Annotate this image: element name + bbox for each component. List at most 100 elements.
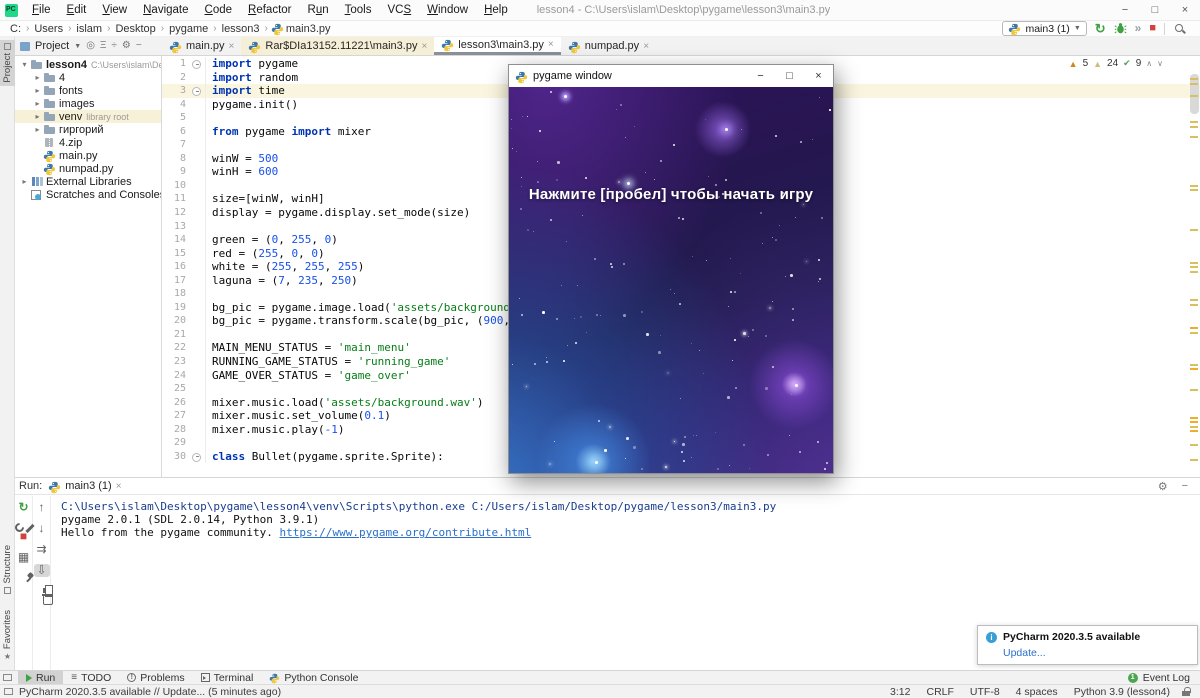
rerun-button[interactable]: ↻ [16, 501, 32, 514]
menu-vcs[interactable]: VCS [380, 2, 418, 18]
caret-position[interactable]: 3:12 [890, 686, 910, 698]
update-notification[interactable]: i PyCharm 2020.3.5 available Update... [977, 625, 1198, 665]
breadcrumb-item[interactable]: main3.py [284, 23, 333, 35]
interpreter[interactable]: Python 3.9 (lesson4) [1074, 686, 1170, 698]
tree-item-main-py[interactable]: main.py [15, 149, 161, 163]
tree-item-4-zip[interactable]: 4.zip [15, 136, 161, 149]
hide-panel-button[interactable]: − [136, 37, 142, 55]
tree-item-external-libraries[interactable]: ▸ External Libraries [15, 175, 161, 188]
close-icon[interactable]: × [229, 41, 235, 52]
line-number[interactable]: 20 [162, 314, 186, 328]
minimize-icon[interactable]: − [746, 65, 775, 87]
gear-icon[interactable]: ⚙ [1158, 480, 1168, 493]
menu-navigate[interactable]: Navigate [136, 2, 195, 18]
fold-icon[interactable] [186, 57, 206, 71]
line-number[interactable]: 19 [162, 301, 186, 315]
menu-refactor[interactable]: Refactor [241, 2, 298, 18]
tree-item-4[interactable]: ▸ 4 [15, 71, 161, 84]
line-separator[interactable]: CRLF [926, 686, 953, 698]
scroll-to-end-icon[interactable]: ⇩ [33, 564, 50, 577]
breadcrumb-item[interactable]: C: [8, 23, 23, 35]
line-number[interactable]: 8 [162, 152, 186, 166]
toolwin-tab-todo[interactable]: ≡ TODO [63, 671, 119, 684]
menu-view[interactable]: View [95, 2, 134, 18]
line-number[interactable]: 26 [162, 396, 186, 410]
up-stack-icon[interactable]: ↑ [34, 501, 50, 514]
line-number[interactable]: 23 [162, 355, 186, 369]
line-number[interactable]: 12 [162, 206, 186, 220]
editor-scrollbar[interactable] [1188, 56, 1200, 477]
line-number[interactable]: 27 [162, 409, 186, 423]
line-number[interactable]: 17 [162, 274, 186, 288]
line-number[interactable]: 1 [162, 57, 186, 71]
fold-icon[interactable] [186, 449, 206, 464]
chevron-icon[interactable]: ▸ [19, 177, 30, 186]
locate-file-button[interactable]: ◎ [86, 37, 95, 55]
line-number[interactable]: 21 [162, 328, 186, 342]
expand-collapse-button[interactable]: ÷ [111, 37, 117, 55]
line-number[interactable]: 2 [162, 71, 186, 85]
update-link[interactable]: Update... [1003, 647, 1046, 659]
line-number[interactable]: 11 [162, 192, 186, 206]
run-button[interactable]: ↻ [1095, 22, 1106, 35]
editor-tab[interactable]: numpad.py × [561, 37, 656, 55]
line-number[interactable]: 28 [162, 423, 186, 437]
fold-icon[interactable] [186, 84, 206, 98]
line-number[interactable]: 22 [162, 341, 186, 355]
tree-item-numpad-py[interactable]: numpad.py [15, 162, 161, 176]
minimize-icon[interactable]: − [1110, 0, 1140, 21]
coverage-button[interactable]: » [1135, 22, 1142, 35]
chevron-icon[interactable]: ▸ [32, 125, 43, 134]
close-icon[interactable]: × [1170, 0, 1200, 21]
search-icon[interactable] [1173, 22, 1186, 35]
line-number[interactable]: 10 [162, 179, 186, 193]
breadcrumb-item[interactable]: lesson3 [220, 23, 262, 35]
breadcrumb-item[interactable]: Users [32, 23, 65, 35]
menu-file[interactable]: File [25, 2, 58, 18]
gear-icon[interactable]: ⚙ [122, 37, 131, 55]
scrollbar-thumb[interactable] [1190, 74, 1199, 114]
collapse-button[interactable]: Ξ [100, 37, 107, 55]
line-number[interactable]: 13 [162, 220, 186, 234]
strip-tab-project[interactable]: Project [0, 40, 15, 86]
strip-tab-favorites[interactable]: Favorites ★ [0, 607, 15, 664]
layout-icon[interactable]: ▦ [16, 551, 32, 564]
tree-item-images[interactable]: ▸ images [15, 97, 161, 110]
line-number[interactable]: 16 [162, 260, 186, 274]
close-icon[interactable]: × [804, 65, 833, 87]
tree-item-fonts[interactable]: ▸ fonts [15, 84, 161, 97]
down-stack-icon[interactable]: ↓ [34, 522, 50, 535]
debug-button[interactable] [1114, 22, 1127, 35]
pygame-titlebar[interactable]: pygame window − □ × [509, 65, 833, 87]
run-config-select[interactable]: main3 (1) ▼ [1002, 21, 1087, 36]
menu-code[interactable]: Code [198, 2, 240, 18]
soft-wrap-icon[interactable]: ⇉ [34, 543, 50, 556]
menu-run[interactable]: Run [301, 2, 336, 18]
close-icon[interactable]: × [548, 39, 554, 50]
breadcrumb-item[interactable]: Desktop [113, 23, 157, 35]
next-issue-icon[interactable]: ∨ [1157, 59, 1163, 68]
tree-item-scratches-and-consoles[interactable]: Scratches and Consoles [15, 188, 161, 201]
menu-tools[interactable]: Tools [338, 2, 379, 18]
chevron-icon[interactable]: ▸ [32, 73, 43, 82]
tool-window-switcher-icon[interactable] [3, 674, 12, 681]
inspection-widget[interactable]: ▲ 5 ▲ 24 ✔ 9 ∧ ∨ [1065, 58, 1166, 69]
line-number[interactable]: 14 [162, 233, 186, 247]
lock-icon[interactable] [1182, 687, 1191, 696]
menu-edit[interactable]: Edit [60, 2, 94, 18]
toolwin-tab-run[interactable]: Run [18, 671, 64, 684]
prev-issue-icon[interactable]: ∧ [1146, 59, 1152, 68]
line-number[interactable]: 30 [162, 450, 186, 464]
toolwin-tab-problems[interactable]: ! Problems [119, 671, 192, 684]
indent-setting[interactable]: 4 spaces [1016, 686, 1058, 698]
stop-button[interactable]: ■ [1149, 22, 1156, 35]
editor-tab[interactable]: lesson3\main3.py × [434, 37, 561, 55]
breadcrumb-item[interactable]: islam [74, 23, 104, 35]
file-encoding[interactable]: UTF-8 [970, 686, 1000, 698]
line-number[interactable]: 25 [162, 382, 186, 396]
project-panel-title[interactable]: Project [35, 40, 69, 52]
tree-item--[interactable]: ▸ гиргорий [15, 123, 161, 136]
console-link[interactable]: https://www.pygame.org/contribute.html [280, 526, 532, 539]
maximize-icon[interactable]: □ [1140, 0, 1170, 21]
hide-panel-button[interactable]: − [1182, 480, 1188, 493]
